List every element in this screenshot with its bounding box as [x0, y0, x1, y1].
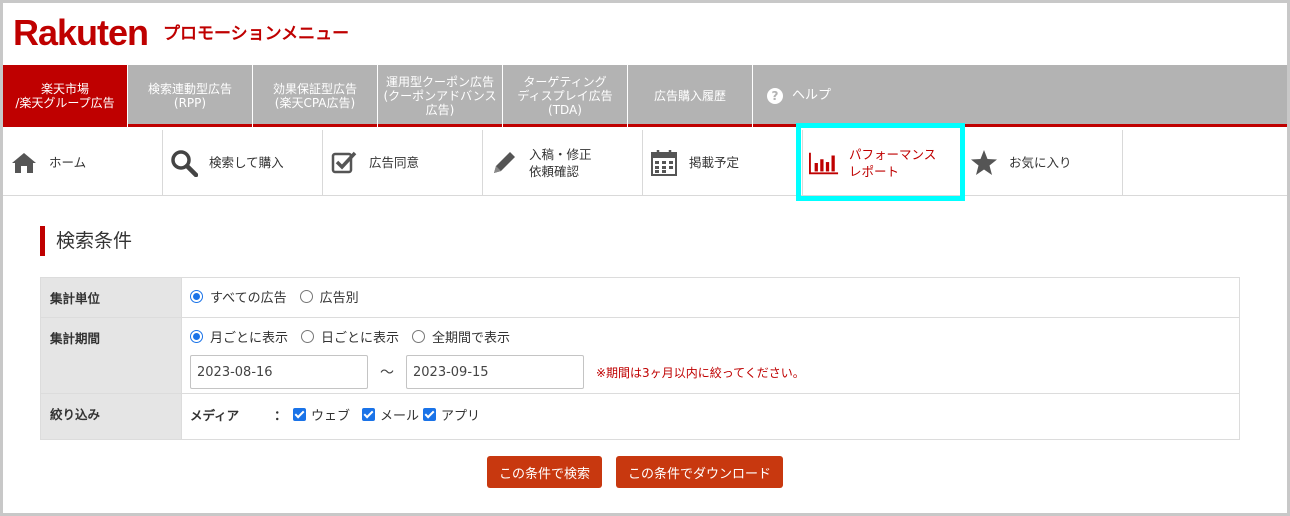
checkbox-app[interactable]: アプリ [423, 405, 480, 424]
subnav-submission-check-label: 入稿・修正 依頼確認 [529, 146, 592, 179]
radio-monthly[interactable]: 月ごとに表示 [190, 327, 288, 346]
table-row: 絞り込み メディア ： ウェブ メール アプリ [40, 393, 1240, 440]
tab-rakuten-ichiba[interactable]: 楽天市場 /楽天グループ広告 [3, 65, 128, 127]
subnav-home-label: ホーム [49, 155, 87, 170]
period-options: 月ごとに表示 日ごとに表示 全期間で表示 ～ ※期間は3ヶ月以内に絞ってください… [181, 317, 1240, 394]
radio-label: すべての広告 [210, 290, 287, 306]
subnav-performance-report-label: パフォーマンス レポート [849, 146, 937, 179]
subnav-ad-consent[interactable]: 広告同意 [323, 130, 483, 195]
filter-options: メディア ： ウェブ メール アプリ [181, 393, 1240, 440]
period-note: ※期間は3ヶ月以内に絞ってください。 [596, 365, 805, 380]
search-button[interactable]: この条件で検索 [487, 456, 602, 488]
period-label: 集計期間 [40, 317, 182, 394]
checkbox-mail[interactable]: メール [362, 405, 419, 424]
search-conditions-table: 集計単位 すべての広告 広告別 集計期間 月ごとに表示 日ごとに表示 全期間で表… [40, 277, 1240, 440]
radio-circle[interactable] [190, 289, 203, 303]
subnav-search-purchase-label: 検索して購入 [209, 155, 284, 170]
radio-label: 全期間で表示 [432, 330, 511, 346]
subnav-favorites-label: お気に入り [1009, 155, 1072, 170]
section-title: 検索条件 [40, 226, 132, 256]
checkbox-box[interactable] [293, 407, 307, 421]
checkbox-box[interactable] [423, 407, 437, 421]
star-icon [969, 148, 999, 178]
tab-tda[interactable]: ターゲティング ディスプレイ広告 (TDA) [503, 65, 628, 127]
radio-label: 日ごとに表示 [321, 330, 400, 346]
filter-label: 絞り込み [40, 393, 182, 440]
checkbox-label: ウェブ [311, 408, 351, 424]
tab-help-label: ヘルプ [792, 88, 832, 103]
radio-circle[interactable] [190, 329, 203, 343]
rakuten-logo[interactable]: Rakuten [13, 13, 149, 53]
pencil-icon [489, 148, 519, 178]
subnav-ad-consent-label: 広告同意 [369, 155, 420, 170]
bar-chart-icon [809, 148, 839, 178]
media-colon: ： [274, 408, 288, 424]
start-date-input[interactable] [190, 355, 368, 389]
sub-nav: ホーム 検索して購入 広告同意 入稿・修正 依頼確認 掲載予定 パフォーマンス … [3, 130, 1287, 196]
tab-coupon-advance[interactable]: 運用型クーポン広告 (クーポンアドバンス 広告) [378, 65, 503, 127]
subnav-schedule[interactable]: 掲載予定 [643, 130, 803, 195]
checkbox-box[interactable] [362, 407, 376, 421]
radio-circle[interactable] [301, 329, 315, 343]
page-title: プロモーションメニュー [163, 24, 350, 44]
radio-label: 広告別 [319, 290, 359, 306]
table-row: 集計期間 月ごとに表示 日ごとに表示 全期間で表示 ～ [40, 317, 1240, 394]
tab-purchase-history[interactable]: 広告購入履歴 [628, 65, 753, 127]
checkbox-label: メール [380, 408, 420, 424]
subnav-search-purchase[interactable]: 検索して購入 [163, 130, 323, 195]
tab-rpp[interactable]: 検索連動型広告 (RPP) [128, 65, 253, 127]
subnav-favorites[interactable]: お気に入り [963, 130, 1123, 195]
subnav-home[interactable]: ホーム [3, 130, 163, 195]
top-nav: 楽天市場 /楽天グループ広告 検索連動型広告 (RPP) 効果保証型広告 (楽天… [3, 65, 1287, 127]
radio-daily[interactable]: 日ごとに表示 [301, 327, 399, 346]
radio-all-period[interactable]: 全期間で表示 [412, 327, 510, 346]
radio-circle[interactable] [299, 289, 313, 303]
media-label: メディア [190, 407, 240, 423]
home-icon [9, 148, 39, 178]
radio-label: 月ごとに表示 [210, 330, 289, 346]
tab-help[interactable]: ? ヘルプ [753, 65, 831, 127]
unit-label: 集計単位 [40, 277, 182, 318]
download-button[interactable]: この条件でダウンロード [616, 456, 783, 488]
tab-cpa[interactable]: 効果保証型広告 (楽天CPA広告) [253, 65, 378, 127]
search-icon [169, 148, 199, 178]
help-icon: ? [767, 88, 783, 104]
radio-circle[interactable] [412, 329, 426, 343]
checkbox-web[interactable]: ウェブ [293, 405, 350, 424]
table-row: 集計単位 すべての広告 広告別 [40, 277, 1240, 318]
date-separator: ～ [380, 365, 394, 381]
calendar-icon [649, 148, 679, 178]
subnav-performance-report[interactable]: パフォーマンス レポート [803, 130, 963, 195]
header: Rakuten プロモーションメニュー [3, 3, 1287, 65]
subnav-schedule-label: 掲載予定 [689, 155, 740, 170]
radio-all-ads[interactable]: すべての広告 [190, 287, 287, 306]
subnav-submission-check[interactable]: 入稿・修正 依頼確認 [483, 130, 643, 195]
checkbox-icon [329, 148, 359, 178]
unit-options: すべての広告 広告別 [181, 277, 1240, 318]
end-date-input[interactable] [406, 355, 584, 389]
checkbox-label: アプリ [441, 408, 481, 424]
radio-by-ad[interactable]: 広告別 [299, 287, 359, 306]
